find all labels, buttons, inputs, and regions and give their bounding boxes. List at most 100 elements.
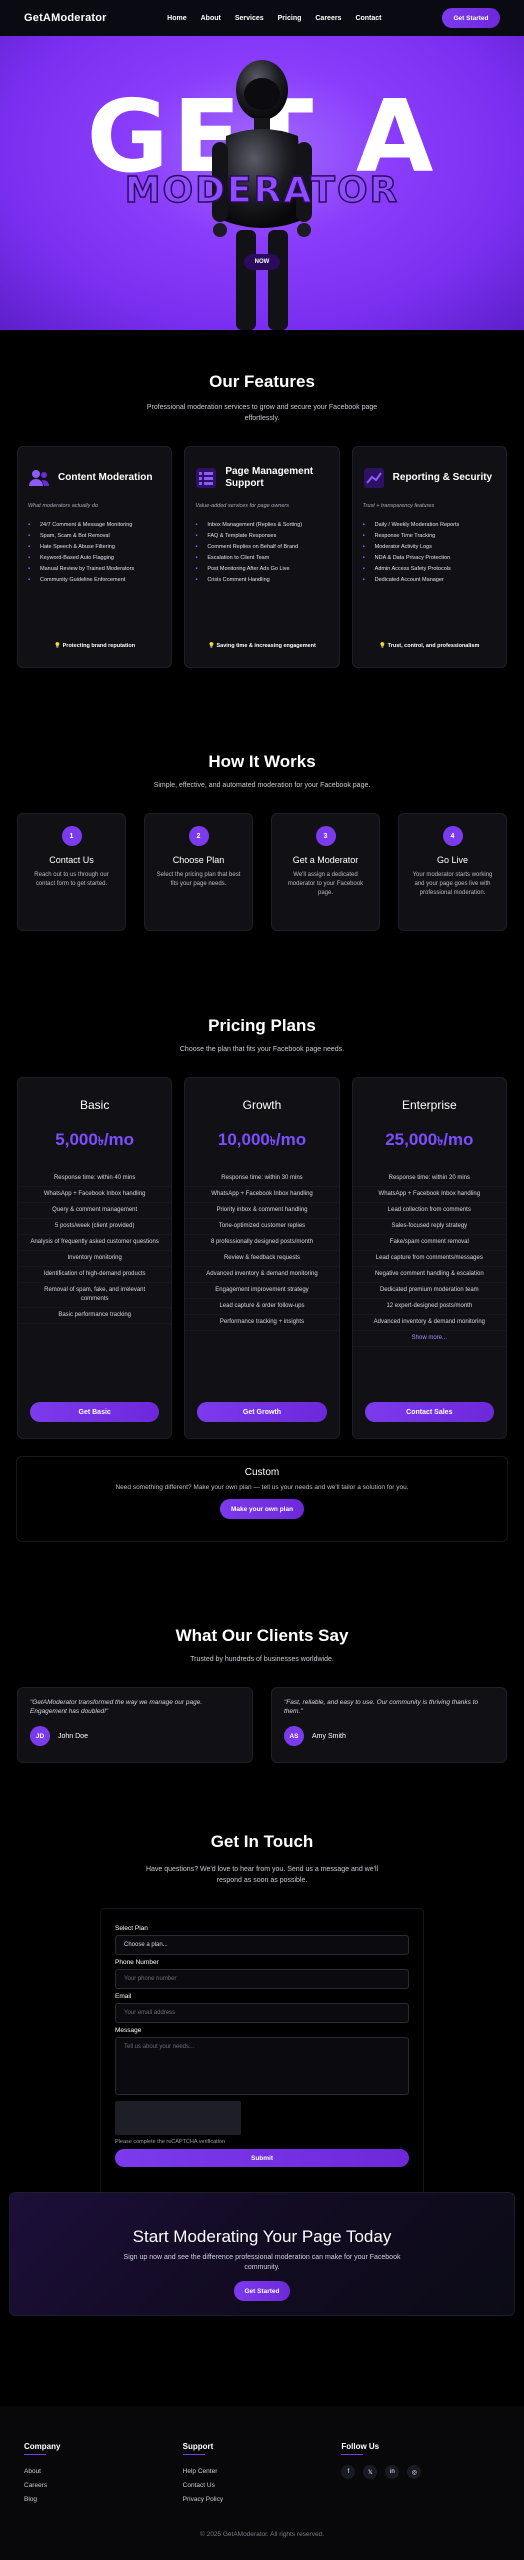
phone-label: Phone Number bbox=[115, 1959, 159, 1966]
feature-item: ▪ FAQ & Template Responses bbox=[195, 532, 277, 539]
facebook-icon[interactable]: f bbox=[341, 2465, 356, 2479]
email-input[interactable]: Your email address bbox=[115, 2003, 409, 2023]
feature-card-footer: 💡 Protecting brand reputation bbox=[54, 643, 136, 649]
nav-link-services[interactable]: Services bbox=[235, 15, 264, 22]
hero-banner: GET A MODERATOR NOW bbox=[0, 36, 524, 330]
step-number: 1 bbox=[61, 826, 82, 846]
plan-feature: Advanced inventory & demand monitoring bbox=[185, 1267, 339, 1283]
feature-card-title: Reporting & Security bbox=[392, 472, 493, 483]
custom-desc: Need something different? Make your own … bbox=[115, 1484, 409, 1491]
plan-feature: Basic performance tracking bbox=[18, 1308, 172, 1324]
hero-brand-text: MODERATOR bbox=[124, 169, 400, 212]
show-more-link[interactable]: Show more... bbox=[352, 1331, 506, 1347]
nav-link-careers[interactable]: Careers bbox=[315, 15, 341, 22]
heading-underline bbox=[24, 2454, 46, 2455]
testimonial-quote: "Fast, reliable, and easy to use. Our co… bbox=[284, 1699, 479, 1715]
feature-card-subtitle: Value-added services for page owners bbox=[195, 503, 289, 509]
pricing-section: Pricing Plans Choose the plan that fits … bbox=[0, 1016, 524, 1439]
custom-title: Custom bbox=[244, 1467, 280, 1478]
feature-item: ▪ Admin Access Safety Protocols bbox=[362, 565, 451, 572]
get-basic-button[interactable]: Get Basic bbox=[30, 1402, 160, 1422]
testimonial-card: "Fast, reliable, and easy to use. Our co… bbox=[271, 1687, 507, 1763]
cta-banner: Start Moderating Your Page Today Sign up… bbox=[9, 2192, 515, 2316]
step-card: 4 Go Live Your moderator starts working … bbox=[398, 813, 507, 931]
site-logo[interactable]: GetAModerator bbox=[24, 12, 107, 24]
contact-form: Select Plan Choose a plan... Phone Numbe… bbox=[100, 1908, 424, 2208]
now-button[interactable]: NOW bbox=[244, 254, 280, 270]
plan-price: 5,000৳/mo bbox=[55, 1130, 135, 1149]
feature-card-content-moderation: Content Moderation What moderators actua… bbox=[17, 446, 173, 668]
users-icon bbox=[28, 467, 50, 489]
linkedin-icon[interactable]: in bbox=[385, 2465, 400, 2479]
plan-feature: Analysis of frequently asked customer qu… bbox=[18, 1235, 172, 1251]
footer-support: Support Help Center Contact Us Privacy P… bbox=[182, 2442, 342, 2507]
plan-card-enterprise: Enterprise 25,000৳/mo Response time: wit… bbox=[351, 1077, 507, 1439]
avatar: AS bbox=[284, 1726, 304, 1746]
lightbulb-icon: 💡 bbox=[208, 643, 215, 649]
plan-feature: Advanced inventory & demand monitoring bbox=[352, 1315, 506, 1331]
plan-feature: Removal of spam, fake, and irrelevant co… bbox=[18, 1283, 172, 1308]
plan-name: Enterprise bbox=[401, 1098, 457, 1112]
plan-feature: Lead capture from comments/messages bbox=[352, 1251, 506, 1267]
feature-item: ▪ Post Monitoring After Ads Go Live bbox=[195, 565, 290, 572]
footer-heading: Support bbox=[182, 2442, 214, 2451]
site-footer: Company About Careers Blog Support Help … bbox=[0, 2406, 524, 2560]
features-subtitle: Professional moderation services to grow… bbox=[146, 404, 378, 422]
chart-icon bbox=[363, 467, 385, 489]
recaptcha-widget[interactable] bbox=[115, 2101, 241, 2135]
cta-get-started-button[interactable]: Get Started bbox=[234, 2281, 290, 2301]
custom-plan-box: Custom Need something different? Make yo… bbox=[16, 1456, 508, 1542]
nav-link-pricing[interactable]: Pricing bbox=[278, 15, 302, 22]
escalate-icon: ▪ bbox=[195, 554, 198, 561]
plan-card-growth: Growth 10,000৳/mo Response time: within … bbox=[184, 1077, 340, 1439]
clock-icon: ▪ bbox=[362, 532, 365, 539]
message-textarea[interactable]: Tell us about your needs... bbox=[115, 2037, 409, 2095]
contact-subtitle: Have questions? We'd love to hear from y… bbox=[145, 1866, 379, 1884]
feature-card-footer: 💡 Trust, control, and professionalism bbox=[379, 643, 480, 649]
footer-link-careers[interactable]: Careers bbox=[24, 2479, 183, 2493]
contact-sales-button[interactable]: Contact Sales bbox=[364, 1402, 494, 1422]
feature-item: ▪ Escalation to Client Team bbox=[195, 554, 270, 561]
plan-price: 25,000৳/mo bbox=[385, 1130, 474, 1149]
testimonial-quote: "GetAModerator transformed the way we ma… bbox=[30, 1699, 203, 1715]
get-growth-button[interactable]: Get Growth bbox=[197, 1402, 327, 1422]
footer-link-help[interactable]: Help Center bbox=[183, 2465, 342, 2479]
plan-feature: Priority inbox & comment handling bbox=[185, 1203, 339, 1219]
how-subtitle: Simple, effective, and automated moderat… bbox=[153, 782, 371, 789]
plan-feature: Review & feedback requests bbox=[185, 1251, 339, 1267]
get-started-button[interactable]: Get Started bbox=[442, 8, 500, 28]
plan-feature: 5 posts/week (client provided) bbox=[18, 1219, 172, 1235]
step-title: Go Live bbox=[436, 855, 469, 865]
footer-heading: Follow Us bbox=[341, 2442, 380, 2451]
key-icon: ▪ bbox=[362, 565, 365, 572]
footer-link-contact[interactable]: Contact Us bbox=[183, 2479, 342, 2493]
plan-select[interactable]: Choose a plan... bbox=[115, 1935, 409, 1955]
footer-heading: Company bbox=[24, 2442, 61, 2451]
footer-link-privacy[interactable]: Privacy Policy bbox=[183, 2493, 342, 2507]
top-nav: GetAModerator Home About Services Pricin… bbox=[0, 0, 524, 36]
lock-icon: ▪ bbox=[362, 554, 365, 561]
make-own-plan-button[interactable]: Make your own plan bbox=[220, 1499, 304, 1519]
plan-feature: Inventory monitoring bbox=[18, 1251, 172, 1267]
nav-link-contact[interactable]: Contact bbox=[355, 15, 381, 22]
feature-card-subtitle: Trust + transparency features bbox=[362, 503, 435, 509]
footer-link-about[interactable]: About bbox=[24, 2465, 183, 2479]
step-desc: Select the pricing plan that best fits y… bbox=[156, 872, 241, 887]
plan-feature: Negative comment handling & escalation bbox=[352, 1267, 506, 1283]
twitter-icon[interactable]: 𝕏 bbox=[363, 2465, 378, 2479]
phone-input[interactable]: Your phone number bbox=[115, 1969, 409, 1989]
instagram-icon[interactable]: ◎ bbox=[407, 2465, 422, 2479]
nav-link-about[interactable]: About bbox=[201, 15, 221, 22]
question-icon: ▪ bbox=[195, 532, 198, 539]
step-title: Get a Moderator bbox=[292, 855, 359, 865]
plan-feature: 12 expert-designed posts/month bbox=[352, 1299, 506, 1315]
nav-link-home[interactable]: Home bbox=[167, 15, 186, 22]
plan-feature: Dedicated premium moderation team bbox=[352, 1283, 506, 1299]
flag-icon: ▪ bbox=[28, 554, 31, 561]
submit-button[interactable]: Submit bbox=[115, 2149, 409, 2167]
plan-feature: Identification of high-demand products bbox=[18, 1267, 172, 1283]
plan-feature: Tone-optimized customer replies bbox=[185, 1219, 339, 1235]
feature-card-title: Content Moderation bbox=[58, 472, 153, 483]
log-icon: ▪ bbox=[362, 543, 365, 550]
footer-link-blog[interactable]: Blog bbox=[24, 2493, 183, 2507]
